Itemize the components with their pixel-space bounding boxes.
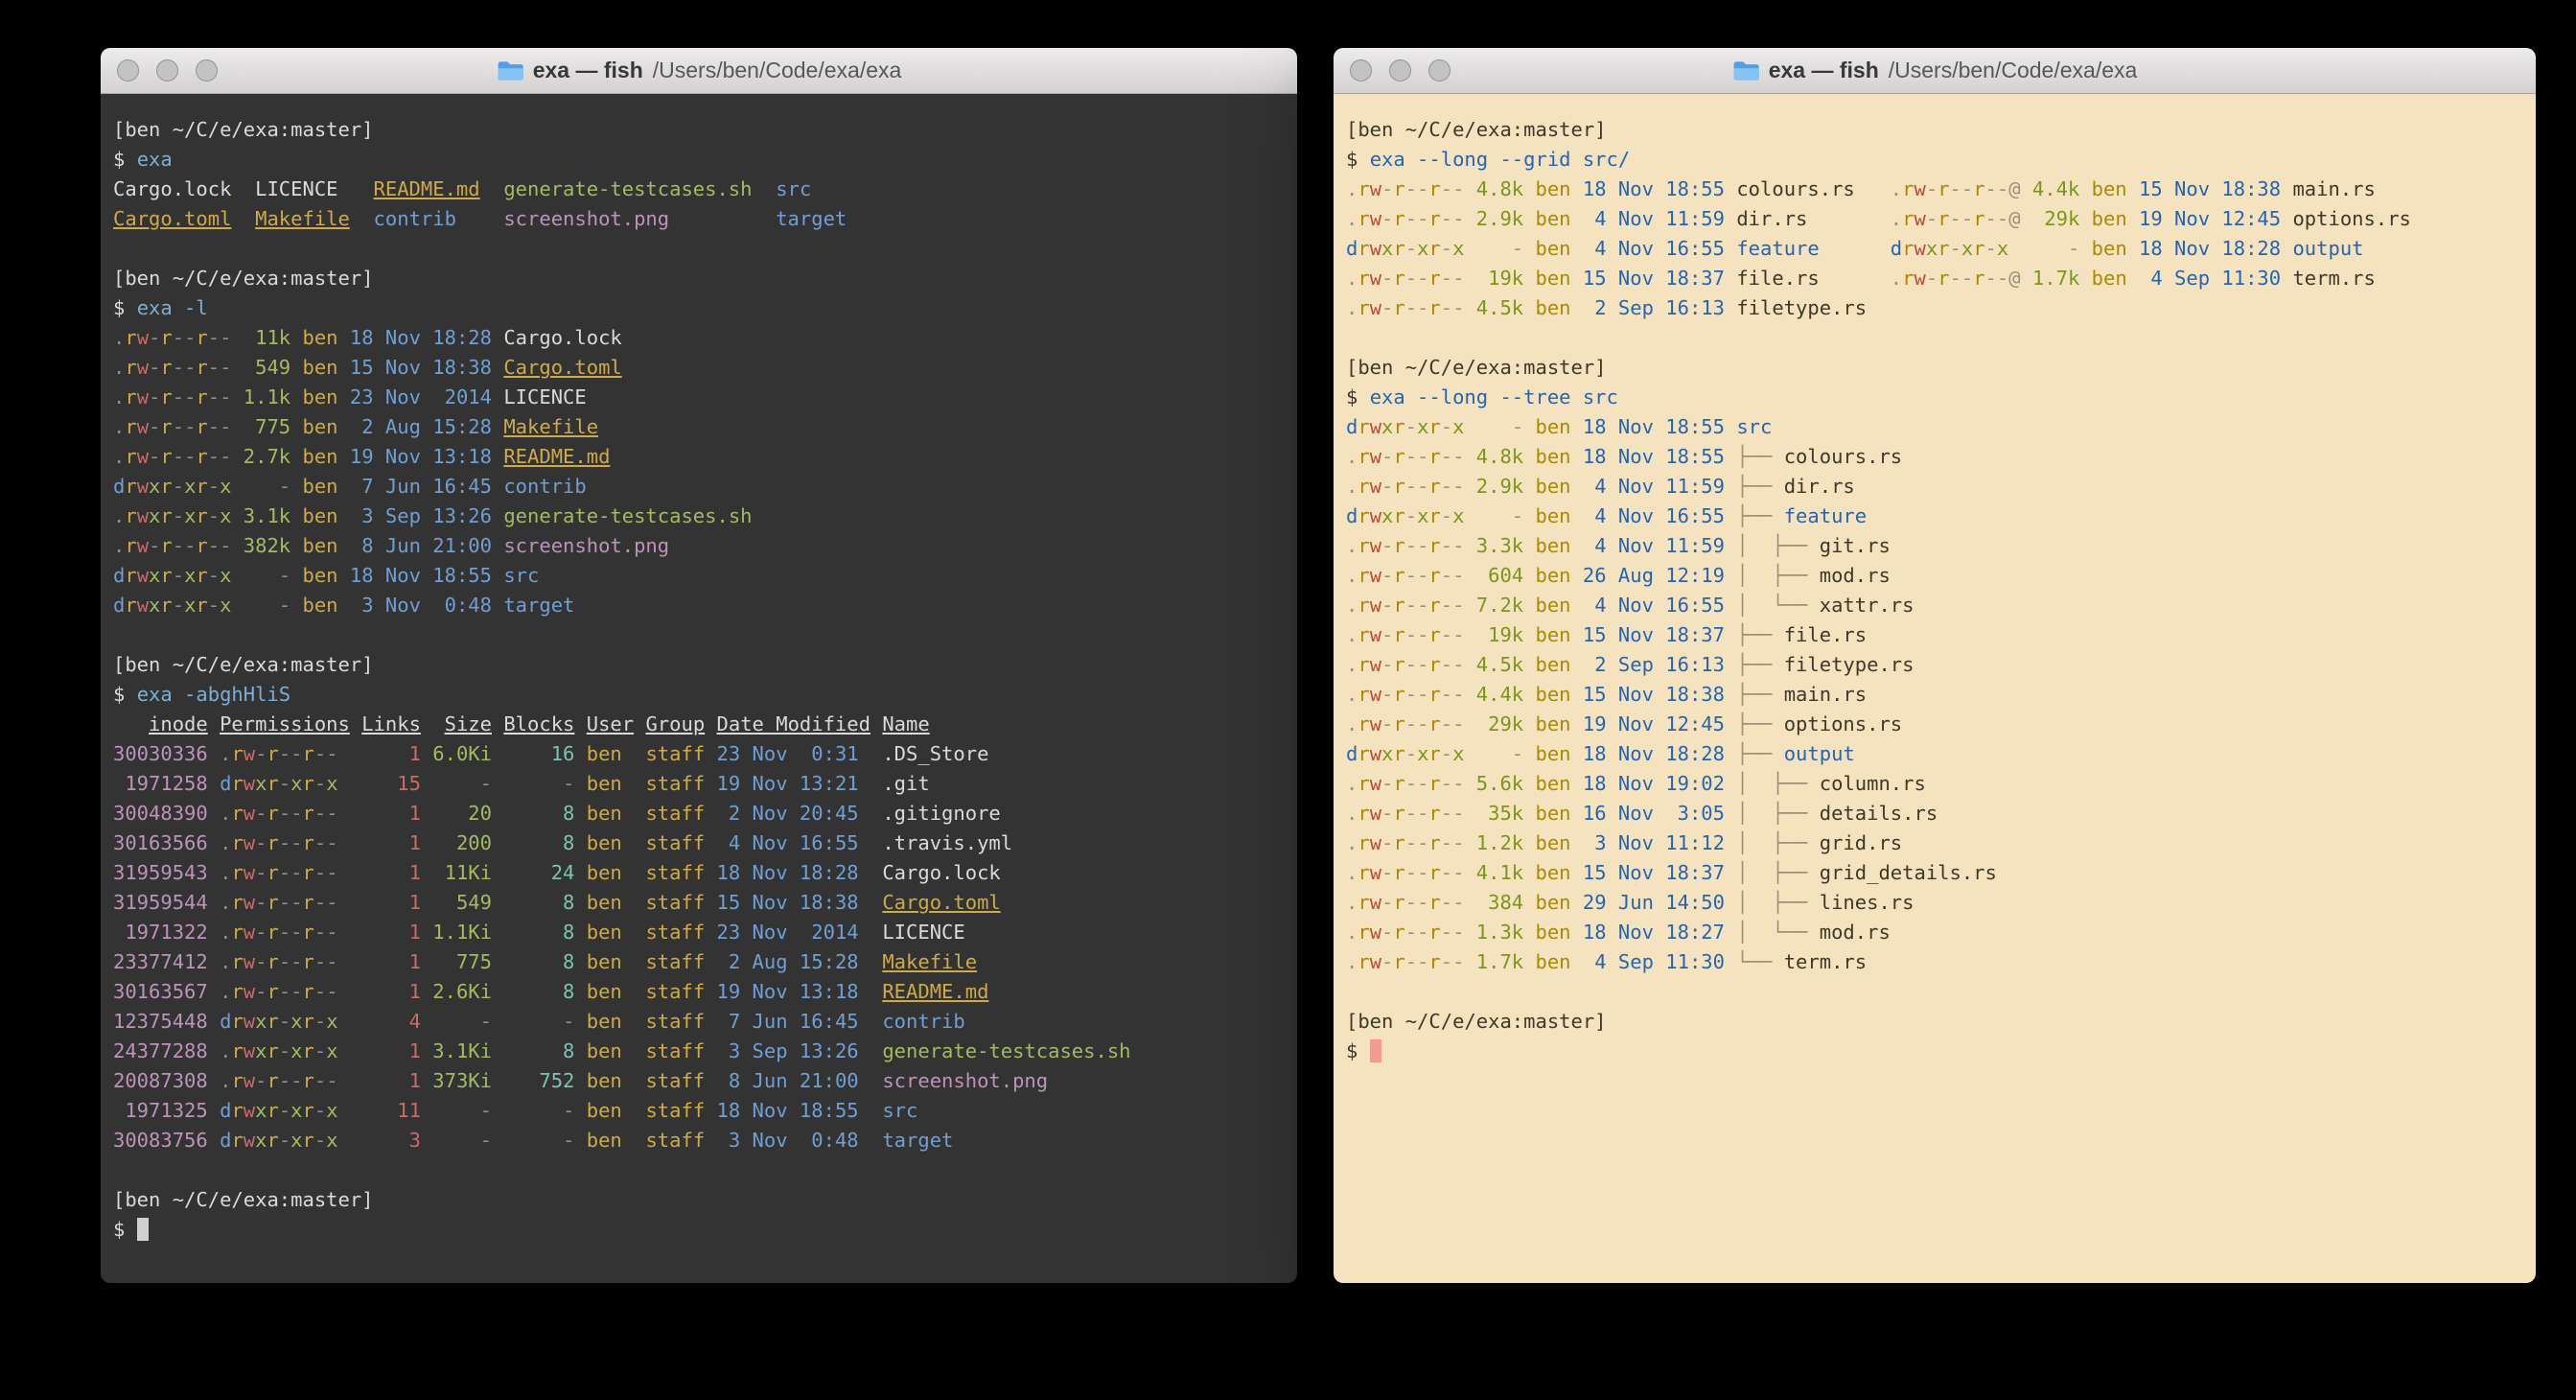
terminal-line: drwxr-xr-x - ben 4 Nov 16:55 feature drw… xyxy=(1346,234,2523,264)
terminal-line: $ exa --long --grid src/ xyxy=(1346,145,2523,175)
terminal-line: [ben ~/C/e/exa:master] xyxy=(1346,353,2523,383)
terminal-line: .rw-r--r-- 29k ben 19 Nov 12:45 ├── opti… xyxy=(1346,710,2523,739)
terminal-line: 1971322 .rw-r--r-- 1 1.1Ki 8 ben staff 2… xyxy=(113,918,1285,947)
terminal-line: $ exa -l xyxy=(113,293,1285,323)
terminal-line: .rw-r--r-- 1.1k ben 23 Nov 2014 LICENCE xyxy=(113,383,1285,412)
window-title: exa — fish /Users/ben/Code/exa/exa xyxy=(101,58,1297,83)
terminal-screen[interactable]: [ben ~/C/e/exa:master]$ exa --long --gri… xyxy=(1334,94,2536,1283)
terminal-line xyxy=(113,1155,1285,1185)
terminal-line: [ben ~/C/e/exa:master] xyxy=(1346,1007,2523,1037)
terminal-line: 20087308 .rw-r--r-- 1 373Ki 752 ben staf… xyxy=(113,1066,1285,1096)
terminal-line: 30048390 .rw-r--r-- 1 20 8 ben staff 2 N… xyxy=(113,799,1285,828)
terminal-line: 31959543 .rw-r--r-- 1 11Ki 24 ben staff … xyxy=(113,858,1285,888)
terminal-line: 12375448 drwxr-xr-x 4 - - ben staff 7 Ju… xyxy=(113,1007,1285,1037)
terminal-line: inode Permissions Links Size Blocks User… xyxy=(113,710,1285,739)
terminal-line: 1971258 drwxr-xr-x 15 - - ben staff 19 N… xyxy=(113,769,1285,799)
terminal-line: 31959544 .rw-r--r-- 1 549 8 ben staff 15… xyxy=(113,888,1285,918)
terminal-line: .rw-r--r-- 1.2k ben 3 Nov 11:12 │ ├── gr… xyxy=(1346,828,2523,858)
terminal-line: 30163567 .rw-r--r-- 1 2.6Ki 8 ben staff … xyxy=(113,977,1285,1007)
terminal-line: .rw-r--r-- 2.9k ben 4 Nov 11:59 dir.rs .… xyxy=(1346,204,2523,234)
terminal-line: [ben ~/C/e/exa:master] xyxy=(113,264,1285,293)
terminal-line: .rw-r--r-- 382k ben 8 Jun 21:00 screensh… xyxy=(113,531,1285,561)
terminal-line: .rw-r--r-- 4.8k ben 18 Nov 18:55 ├── col… xyxy=(1346,442,2523,472)
terminal-line: [ben ~/C/e/exa:master] xyxy=(113,115,1285,145)
terminal-line xyxy=(113,620,1285,650)
terminal-line: drwxr-xr-x - ben 18 Nov 18:55 src xyxy=(1346,412,2523,442)
window-title: exa — fish /Users/ben/Code/exa/exa xyxy=(1334,58,2536,83)
terminal-line: [ben ~/C/e/exa:master] xyxy=(113,650,1285,680)
folder-icon xyxy=(1732,60,1759,82)
title-app-text: exa — fish xyxy=(1769,58,1879,83)
terminal-line: $ xyxy=(1346,1037,2523,1066)
close-button[interactable] xyxy=(1350,59,1372,82)
minimize-button[interactable] xyxy=(1389,59,1411,82)
terminal-line: .rw-r--r-- 7.2k ben 4 Nov 16:55 │ └── xa… xyxy=(1346,591,2523,620)
terminal-line: Cargo.lock LICENCE README.md generate-te… xyxy=(113,175,1285,204)
close-button[interactable] xyxy=(117,59,139,82)
terminal-line: .rwxr-xr-x 3.1k ben 3 Sep 13:26 generate… xyxy=(113,502,1285,531)
terminal-line: drwxr-xr-x - ben 4 Nov 16:55 ├── feature xyxy=(1346,502,2523,531)
terminal-line: 24377288 .rwxr-xr-x 1 3.1Ki 8 ben staff … xyxy=(113,1037,1285,1066)
terminal-line: .rw-r--r-- 3.3k ben 4 Nov 11:59 │ ├── gi… xyxy=(1346,531,2523,561)
titlebar[interactable]: exa — fish /Users/ben/Code/exa/exa xyxy=(1334,48,2536,94)
terminal-line: drwxr-xr-x - ben 18 Nov 18:55 src xyxy=(113,561,1285,591)
terminal-line: drwxr-xr-x - ben 18 Nov 18:28 ├── output xyxy=(1346,739,2523,769)
minimize-button[interactable] xyxy=(156,59,178,82)
terminal-window-dark: exa — fish /Users/ben/Code/exa/exa [ben … xyxy=(101,48,1297,1283)
title-app-text: exa — fish xyxy=(533,58,643,83)
terminal-line: $ exa xyxy=(113,145,1285,175)
terminal-line: .rw-r--r-- 1.7k ben 4 Sep 11:30 └── term… xyxy=(1346,947,2523,977)
terminal-line: .rw-r--r-- 11k ben 18 Nov 18:28 Cargo.lo… xyxy=(113,323,1285,353)
cursor-block xyxy=(137,1218,149,1241)
terminal-line xyxy=(1346,977,2523,1007)
terminal-line: 23377412 .rw-r--r-- 1 775 8 ben staff 2 … xyxy=(113,947,1285,977)
zoom-button[interactable] xyxy=(1428,59,1450,82)
terminal-line xyxy=(1346,323,2523,353)
terminal-line: drwxr-xr-x - ben 7 Jun 16:45 contrib xyxy=(113,472,1285,502)
terminal-line: [ben ~/C/e/exa:master] xyxy=(1346,115,2523,145)
terminal-line: .rw-r--r-- 604 ben 26 Aug 12:19 │ ├── mo… xyxy=(1346,561,2523,591)
terminal-line: .rw-r--r-- 4.1k ben 15 Nov 18:37 │ ├── g… xyxy=(1346,858,2523,888)
traffic-lights xyxy=(117,48,218,93)
terminal-line: .rw-r--r-- 2.9k ben 4 Nov 11:59 ├── dir.… xyxy=(1346,472,2523,502)
title-path-text: /Users/ben/Code/exa/exa xyxy=(1889,58,2138,83)
terminal-line: $ xyxy=(113,1215,1285,1245)
terminal-line: 30083756 drwxr-xr-x 3 - - ben staff 3 No… xyxy=(113,1126,1285,1155)
terminal-line: [ben ~/C/e/exa:master] xyxy=(113,1185,1285,1215)
terminal-line: .rw-r--r-- 5.6k ben 18 Nov 19:02 │ ├── c… xyxy=(1346,769,2523,799)
terminal-line: .rw-r--r-- 549 ben 15 Nov 18:38 Cargo.to… xyxy=(113,353,1285,383)
zoom-button[interactable] xyxy=(196,59,218,82)
terminal-window-light: exa — fish /Users/ben/Code/exa/exa [ben … xyxy=(1334,48,2536,1283)
terminal-line: .rw-r--r-- 4.4k ben 15 Nov 18:38 ├── mai… xyxy=(1346,680,2523,710)
terminal-line: .rw-r--r-- 775 ben 2 Aug 15:28 Makefile xyxy=(113,412,1285,442)
terminal-line: .rw-r--r-- 2.7k ben 19 Nov 13:18 README.… xyxy=(113,442,1285,472)
terminal-line: .rw-r--r-- 19k ben 15 Nov 18:37 ├── file… xyxy=(1346,620,2523,650)
folder-icon xyxy=(497,60,523,82)
terminal-line: drwxr-xr-x - ben 3 Nov 0:48 target xyxy=(113,591,1285,620)
terminal-line: 30163566 .rw-r--r-- 1 200 8 ben staff 4 … xyxy=(113,828,1285,858)
traffic-lights xyxy=(1350,48,1450,93)
cursor-block xyxy=(1370,1039,1381,1062)
terminal-line: 30030336 .rw-r--r-- 1 6.0Ki 16 ben staff… xyxy=(113,739,1285,769)
terminal-line: $ exa --long --tree src xyxy=(1346,383,2523,412)
titlebar[interactable]: exa — fish /Users/ben/Code/exa/exa xyxy=(101,48,1297,94)
terminal-line: .rw-r--r-- 4.8k ben 18 Nov 18:55 colours… xyxy=(1346,175,2523,204)
terminal-screen[interactable]: [ben ~/C/e/exa:master]$ exaCargo.lock LI… xyxy=(101,94,1297,1283)
title-path-text: /Users/ben/Code/exa/exa xyxy=(653,58,902,83)
terminal-line: Cargo.toml Makefile contrib screenshot.p… xyxy=(113,204,1285,234)
terminal-line: .rw-r--r-- 4.5k ben 2 Sep 16:13 ├── file… xyxy=(1346,650,2523,680)
terminal-line xyxy=(113,234,1285,264)
terminal-line: .rw-r--r-- 4.5k ben 2 Sep 16:13 filetype… xyxy=(1346,293,2523,323)
terminal-line: .rw-r--r-- 384 ben 29 Jun 14:50 │ ├── li… xyxy=(1346,888,2523,918)
terminal-line: .rw-r--r-- 19k ben 15 Nov 18:37 file.rs … xyxy=(1346,264,2523,293)
terminal-line: $ exa -abghHliS xyxy=(113,680,1285,710)
terminal-line: 1971325 drwxr-xr-x 11 - - ben staff 18 N… xyxy=(113,1096,1285,1126)
terminal-line: .rw-r--r-- 35k ben 16 Nov 3:05 │ ├── det… xyxy=(1346,799,2523,828)
terminal-line: .rw-r--r-- 1.3k ben 18 Nov 18:27 │ └── m… xyxy=(1346,918,2523,947)
